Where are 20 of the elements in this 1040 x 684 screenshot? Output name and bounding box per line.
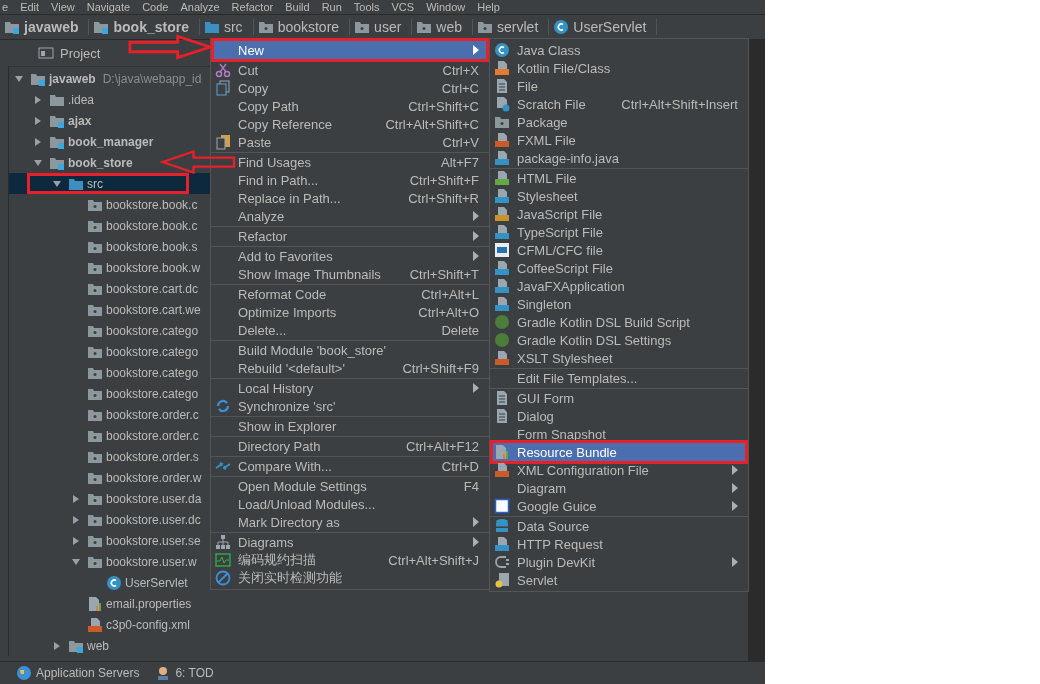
shortcut-label: Ctrl+Alt+O [418,304,479,320]
shortcut-label: Ctrl+Alt+Shift+Insert [621,96,738,112]
shortcut-label: Ctrl+Alt+Shift+C [385,116,479,132]
shortcut-label: Ctrl+Shift+F [409,172,479,188]
shortcut-label: Ctrl+Shift+R [408,190,479,206]
shortcut-label: F4 [463,478,479,494]
shortcut-label: Delete [441,322,479,338]
shortcut-label: Ctrl+Shift+F9 [402,360,479,376]
shortcut-label: Ctrl+C [441,80,479,96]
shortcut-label: Ctrl+Shift+C [408,98,479,114]
shortcut-label: Alt+F7 [441,154,479,170]
shortcut-label: Ctrl+Alt+Shift+J [388,552,479,568]
shortcut-label: Ctrl+V [442,134,479,150]
shortcut-label: Ctrl+Alt+L [421,286,479,302]
shortcut-label: Ctrl+Alt+F12 [406,438,479,454]
panel-title: Project [60,45,101,61]
shortcut-label: Ctrl+X [442,62,479,78]
shortcut-label: Ctrl+Shift+T [409,266,479,282]
shortcut-label: Ctrl+D [441,458,479,474]
project-path: D:\java\webapp_id [102,71,202,86]
